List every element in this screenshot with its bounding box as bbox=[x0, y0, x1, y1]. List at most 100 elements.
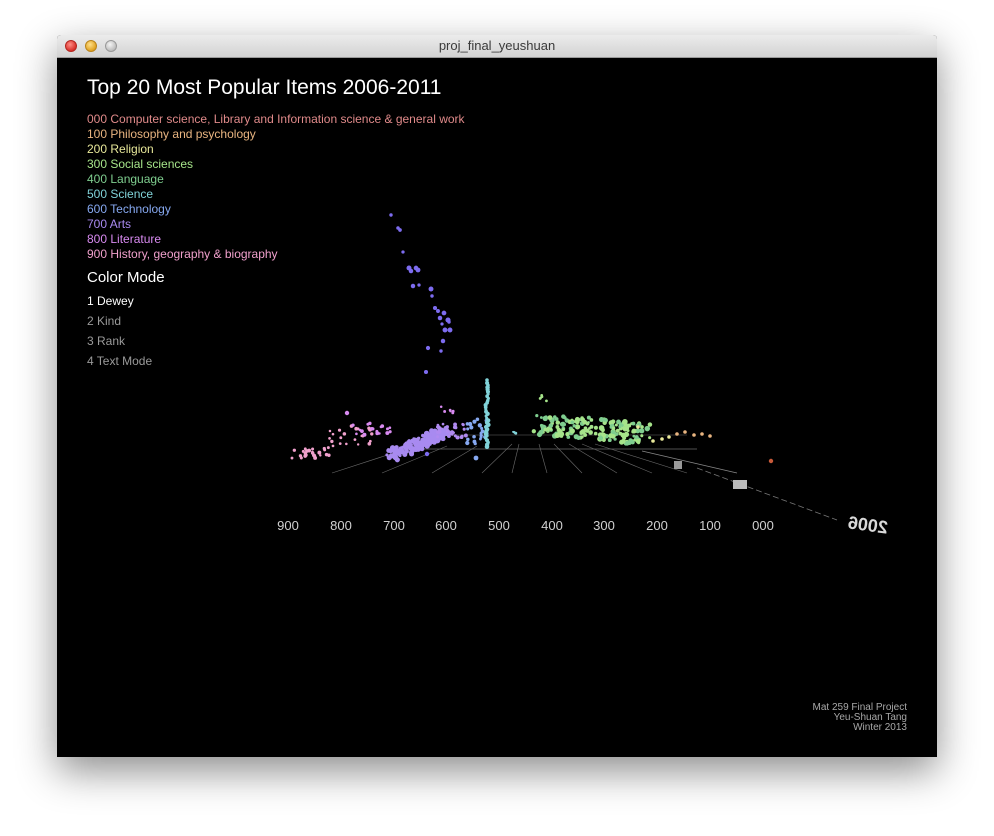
data-point bbox=[451, 411, 455, 415]
x-axis-tick-label: 000 bbox=[752, 518, 774, 533]
data-point bbox=[368, 439, 372, 443]
x-axis-tick-label: 200 bbox=[646, 518, 668, 533]
data-point bbox=[589, 418, 594, 422]
data-point bbox=[415, 437, 420, 442]
data-point bbox=[473, 455, 479, 461]
color-mode-text[interactable]: 4 Text Mode bbox=[87, 351, 152, 371]
data-point bbox=[437, 315, 443, 321]
data-point bbox=[439, 349, 443, 353]
x-axis-tick-label: 500 bbox=[488, 518, 510, 533]
data-point bbox=[307, 448, 312, 453]
data-point bbox=[545, 399, 548, 403]
data-point bbox=[448, 408, 452, 412]
data-point bbox=[331, 444, 335, 448]
data-point bbox=[391, 448, 396, 453]
data-point bbox=[355, 432, 358, 436]
data-point bbox=[351, 423, 355, 427]
x-axis-tick-label: 300 bbox=[593, 518, 615, 533]
data-point bbox=[480, 429, 485, 434]
data-point bbox=[440, 338, 446, 344]
data-point bbox=[411, 438, 416, 443]
data-point bbox=[639, 428, 645, 434]
data-point bbox=[344, 410, 350, 416]
data-point bbox=[437, 426, 442, 430]
data-point bbox=[535, 413, 539, 418]
data-point bbox=[354, 426, 359, 431]
grid-line bbox=[553, 443, 583, 474]
data-point bbox=[425, 432, 432, 438]
data-point bbox=[579, 430, 584, 435]
data-point bbox=[563, 416, 567, 420]
legend-item-900: 900 History, geography & biography bbox=[87, 247, 278, 261]
grid-line bbox=[511, 443, 520, 474]
data-point bbox=[331, 432, 335, 436]
data-point bbox=[324, 452, 329, 457]
data-point bbox=[421, 433, 425, 438]
data-point bbox=[326, 446, 330, 450]
data-point bbox=[600, 427, 605, 433]
color-mode-dewey[interactable]: 1 Dewey bbox=[87, 291, 152, 311]
data-point bbox=[425, 345, 431, 351]
data-point bbox=[631, 421, 636, 426]
data-point bbox=[589, 424, 594, 429]
data-point bbox=[401, 445, 405, 449]
data-point bbox=[310, 451, 315, 455]
grid-line bbox=[431, 445, 478, 474]
data-point bbox=[437, 429, 442, 434]
data-point bbox=[514, 431, 518, 435]
data-point bbox=[548, 423, 554, 428]
visualization-canvas[interactable]: 900 800 700 600 500 400 300 200 100 000 2006 Top 2… bbox=[57, 58, 937, 757]
data-point bbox=[436, 309, 440, 313]
data-point bbox=[445, 429, 450, 433]
legend-item-300: 300 Social sciences bbox=[87, 157, 194, 171]
data-point bbox=[396, 450, 402, 456]
data-point bbox=[424, 451, 430, 457]
data-point bbox=[368, 421, 372, 426]
data-point bbox=[303, 451, 307, 456]
x-axis-tick-label: 400 bbox=[541, 518, 563, 533]
data-point bbox=[547, 415, 553, 421]
x-axis-tick-label: 900 bbox=[277, 518, 299, 533]
legend-item-800: 800 Literature bbox=[87, 232, 162, 246]
data-point bbox=[636, 425, 640, 429]
data-point bbox=[462, 427, 466, 431]
data-point bbox=[415, 441, 421, 447]
data-point bbox=[394, 445, 399, 450]
data-point bbox=[660, 437, 664, 441]
data-point bbox=[328, 429, 332, 433]
data-point bbox=[576, 435, 581, 441]
data-point bbox=[410, 283, 416, 289]
data-point bbox=[692, 433, 696, 437]
data-point bbox=[328, 436, 331, 440]
data-point bbox=[631, 428, 637, 434]
data-point bbox=[583, 433, 588, 437]
data-point bbox=[360, 434, 363, 438]
data-point bbox=[531, 429, 536, 434]
data-point bbox=[622, 426, 628, 432]
data-point bbox=[460, 434, 464, 438]
data-point bbox=[603, 418, 607, 422]
data-point bbox=[370, 432, 374, 436]
data-point bbox=[479, 433, 483, 438]
data-point bbox=[574, 424, 581, 430]
data-point bbox=[409, 451, 415, 457]
data-point bbox=[479, 437, 482, 441]
data-point bbox=[407, 439, 412, 443]
data-point bbox=[447, 327, 453, 333]
data-point bbox=[614, 432, 619, 436]
data-point bbox=[555, 420, 561, 425]
data-point bbox=[388, 426, 392, 430]
data-point bbox=[648, 436, 652, 440]
color-mode-kind[interactable]: 2 Kind bbox=[87, 311, 152, 331]
data-point bbox=[353, 438, 357, 441]
grid-line bbox=[538, 443, 548, 474]
data-point bbox=[585, 428, 590, 433]
data-point bbox=[402, 451, 408, 457]
data-point bbox=[466, 427, 470, 431]
data-point bbox=[582, 419, 588, 425]
data-point bbox=[607, 438, 612, 443]
data-point bbox=[317, 450, 322, 455]
data-point bbox=[465, 440, 470, 446]
color-mode-rank[interactable]: 3 Rank bbox=[87, 331, 152, 351]
data-point bbox=[461, 423, 465, 427]
